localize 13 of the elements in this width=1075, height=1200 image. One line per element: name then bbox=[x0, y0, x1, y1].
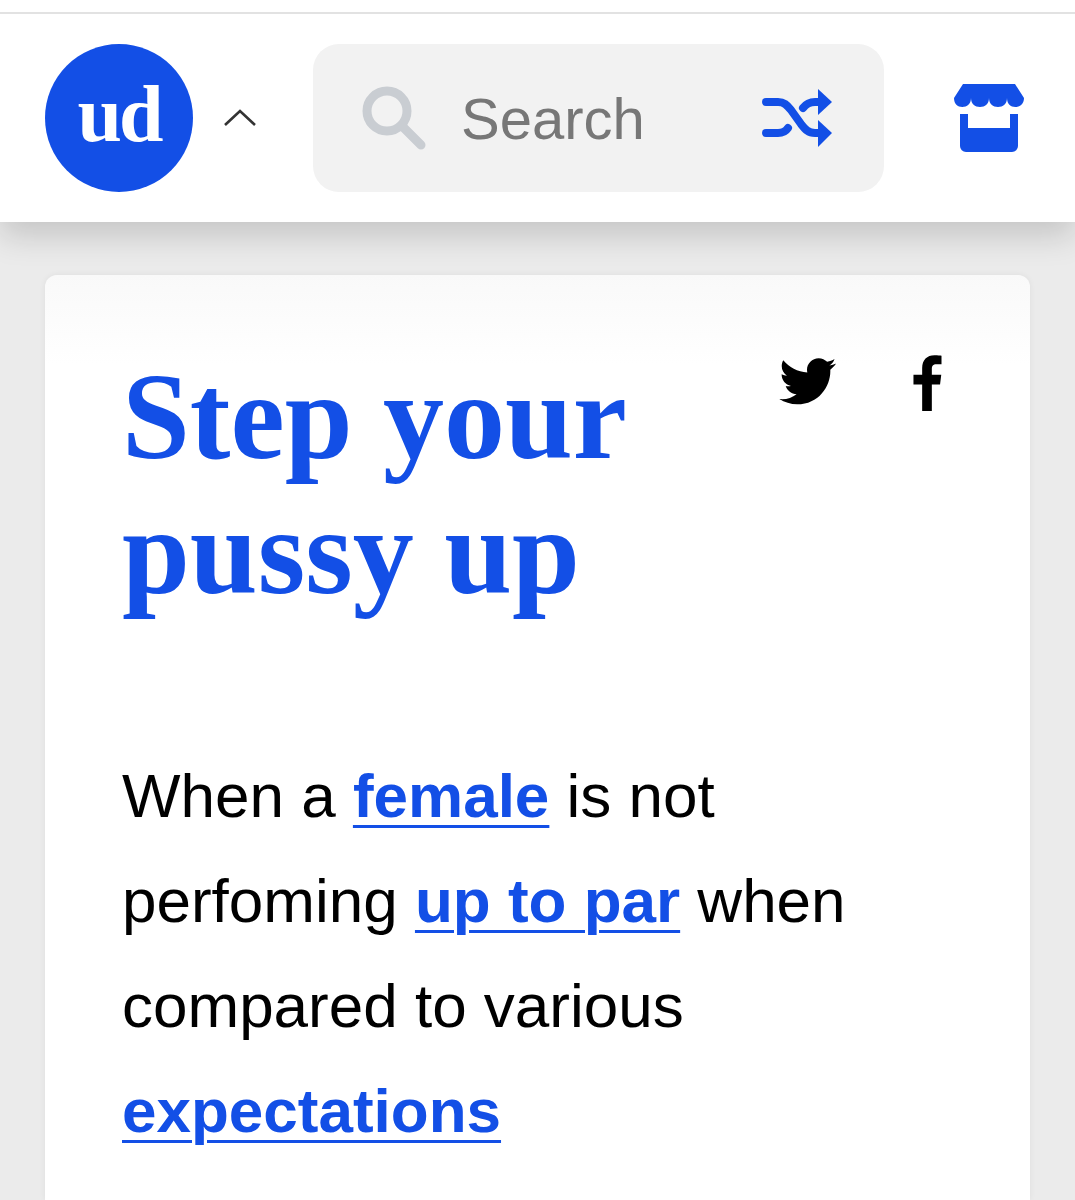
definition-text: When a female is not perfoming up to par when compared to various expectations bbox=[122, 760, 847, 1147]
definition-link[interactable]: up to par bbox=[414, 866, 681, 935]
logo-button[interactable]: ud bbox=[45, 44, 193, 192]
bird-icon[interactable] bbox=[777, 357, 837, 407]
definition-link[interactable]: expectations bbox=[122, 1076, 502, 1145]
store-icon[interactable] bbox=[954, 84, 1024, 152]
definition-link[interactable]: female bbox=[352, 761, 550, 830]
caret-icon[interactable] bbox=[223, 109, 257, 127]
letter-f-icon[interactable] bbox=[912, 353, 942, 411]
search-input[interactable]: Search bbox=[461, 84, 742, 152]
search-icon bbox=[361, 85, 427, 151]
shuffle-icon[interactable] bbox=[762, 87, 834, 149]
definition-title: Step your pussy up bbox=[122, 349, 626, 619]
